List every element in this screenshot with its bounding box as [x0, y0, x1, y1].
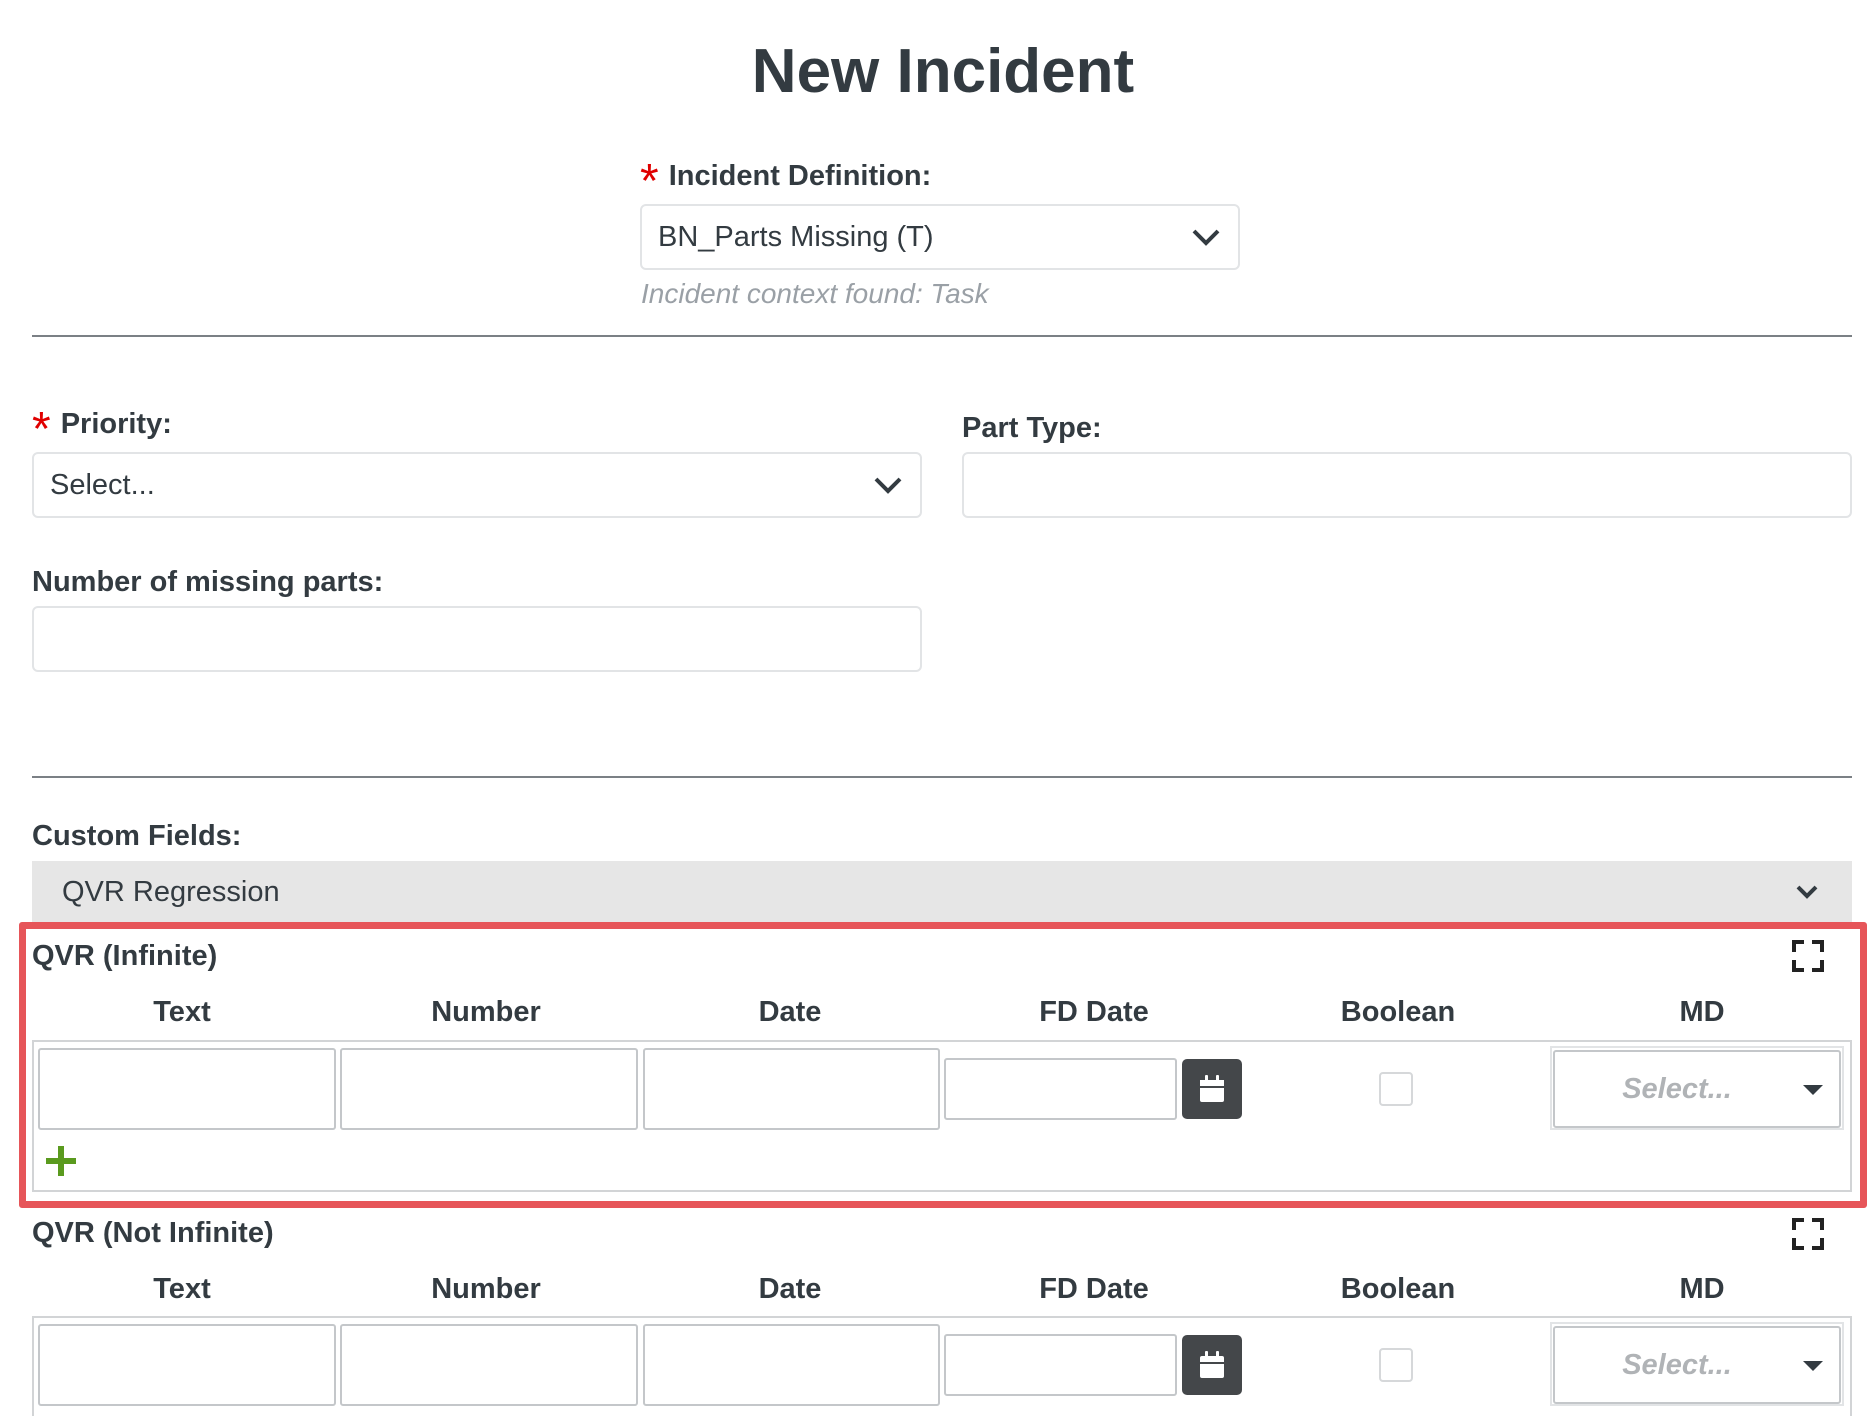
number-input[interactable]: [340, 1324, 638, 1406]
missing-parts-label: Number of missing parts:: [32, 566, 384, 598]
page-title: New Incident: [751, 37, 1135, 106]
priority-label: * Priority:: [32, 406, 172, 454]
calendar-icon: [1200, 1351, 1224, 1378]
qvr-infinite-title: QVR (Infinite): [32, 940, 218, 972]
incident-definition-value: BN_Parts Missing (T): [658, 220, 934, 253]
number-input[interactable]: [340, 1048, 638, 1130]
calendar-icon: [1200, 1075, 1224, 1102]
column-header-fd-date: FD Date: [1039, 996, 1149, 1028]
date-input[interactable]: [643, 1324, 940, 1406]
fd-date-input[interactable]: [944, 1058, 1177, 1120]
plus-icon[interactable]: [46, 1146, 76, 1176]
qvr-not-infinite-title: QVR (Not Infinite): [32, 1217, 274, 1249]
boolean-checkbox[interactable]: [1379, 1348, 1413, 1382]
column-header-boolean: Boolean: [1340, 1273, 1456, 1305]
column-header-md: MD: [1679, 996, 1725, 1028]
md-select-placeholder: Select...: [1622, 1072, 1732, 1105]
fd-date-input[interactable]: [944, 1334, 1177, 1396]
chevron-down-icon: [874, 477, 902, 494]
required-asterisk: *: [640, 155, 659, 208]
expand-icon[interactable]: [1792, 1218, 1824, 1250]
incident-definition-label: * Incident Definition:: [640, 158, 931, 206]
column-header-date: Date: [758, 996, 822, 1028]
custom-fields-section-select[interactable]: QVR Regression: [32, 861, 1852, 923]
column-header-md: MD: [1679, 1273, 1725, 1305]
column-header-boolean: Boolean: [1340, 996, 1456, 1028]
caret-down-icon: [1803, 1361, 1823, 1371]
text-input[interactable]: [38, 1048, 336, 1130]
divider: [32, 335, 1852, 337]
priority-value: Select...: [50, 468, 155, 501]
missing-parts-field[interactable]: [32, 606, 922, 672]
md-select-placeholder: Select...: [1622, 1348, 1732, 1381]
incident-definition-label-text: Incident Definition:: [668, 160, 932, 192]
column-header-number: Number: [431, 1273, 541, 1305]
column-header-text: Text: [153, 1273, 211, 1305]
incident-context-hint: Incident context found: Task: [641, 278, 989, 309]
md-select[interactable]: Select...: [1553, 1050, 1841, 1128]
column-header-number: Number: [431, 996, 541, 1028]
part-type-field[interactable]: [962, 452, 1852, 518]
priority-select[interactable]: Select...: [32, 452, 922, 518]
caret-down-icon: [1803, 1085, 1823, 1095]
priority-label-text: Priority:: [60, 408, 172, 440]
custom-fields-label: Custom Fields:: [32, 820, 242, 852]
incident-definition-select[interactable]: BN_Parts Missing (T): [640, 204, 1240, 270]
new-incident-page: New Incident * Incident Definition: BN_Pa…: [0, 0, 1872, 1428]
md-select[interactable]: Select...: [1553, 1326, 1841, 1404]
chevron-down-icon: [1796, 885, 1818, 899]
calendar-button[interactable]: [1182, 1335, 1242, 1395]
part-type-label: Part Type:: [962, 412, 1102, 444]
divider: [32, 776, 1852, 778]
text-input[interactable]: [38, 1324, 336, 1406]
chevron-down-icon: [1192, 229, 1220, 246]
required-asterisk: *: [32, 403, 51, 456]
boolean-checkbox[interactable]: [1379, 1072, 1413, 1106]
custom-fields-selected: QVR Regression: [62, 875, 280, 908]
column-header-date: Date: [758, 1273, 822, 1305]
date-input[interactable]: [643, 1048, 940, 1130]
column-header-text: Text: [153, 996, 211, 1028]
column-header-fd-date: FD Date: [1039, 1273, 1149, 1305]
expand-icon[interactable]: [1792, 940, 1824, 972]
calendar-button[interactable]: [1182, 1059, 1242, 1119]
